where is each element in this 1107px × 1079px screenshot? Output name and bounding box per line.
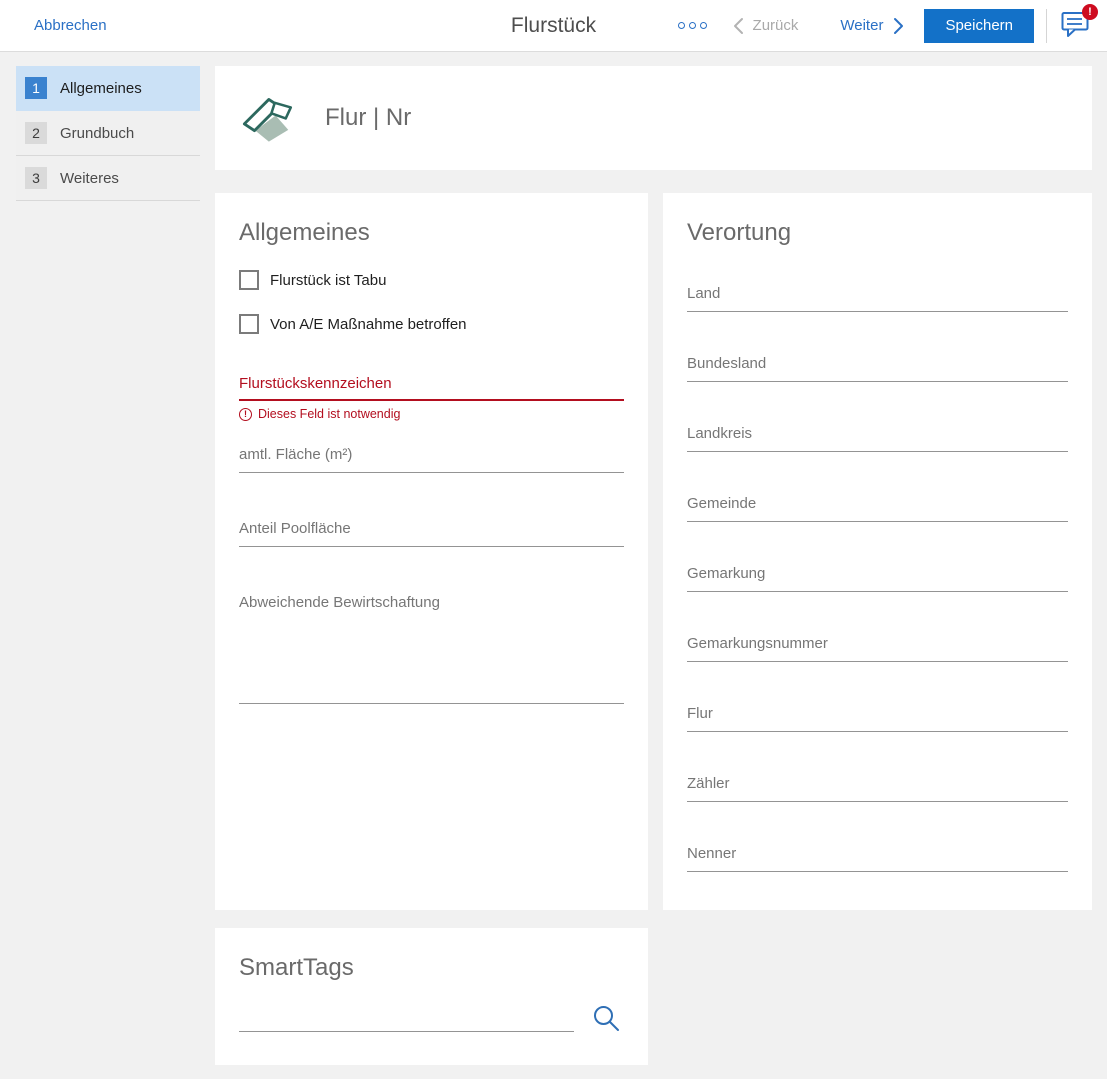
record-header-card: Flur | Nr — [215, 66, 1092, 170]
field-label: Flur — [687, 704, 1068, 724]
right-column: Verortung Land Bundesland Landkreis Geme… — [663, 193, 1092, 910]
toolbar-divider — [1046, 9, 1047, 43]
field-label: Nenner — [687, 844, 1068, 864]
bundesland-field[interactable]: Bundesland — [687, 354, 1068, 382]
form-content: Flur | Nr Allgemeines Flurstück ist Tabu… — [215, 52, 1092, 1065]
section-title: SmartTags — [239, 928, 624, 982]
error-text: Dieses Feld ist notwendig — [258, 407, 400, 421]
flur-field[interactable]: Flur — [687, 704, 1068, 732]
back-button[interactable]: Zurück — [733, 17, 799, 35]
field-label: Gemeinde — [687, 494, 1068, 514]
back-label: Zurück — [753, 17, 799, 34]
search-icon[interactable] — [592, 1004, 620, 1032]
form-columns: Allgemeines Flurstück ist Tabu Von A/E M… — [215, 193, 1092, 1065]
chevron-right-icon — [893, 17, 904, 35]
gemeinde-field[interactable]: Gemeinde — [687, 494, 1068, 522]
smarttags-search-input[interactable] — [239, 1008, 574, 1032]
amtl-flaeche-field[interactable]: amtl. Fläche (m²) — [239, 445, 624, 473]
checkbox-ae-massnahme-betroffen[interactable]: Von A/E Maßnahme betroffen — [239, 314, 624, 334]
next-button[interactable]: Weiter — [840, 17, 904, 35]
checkbox-label: Von A/E Maßnahme betroffen — [270, 316, 467, 333]
next-label: Weiter — [840, 17, 883, 34]
field-label: Landkreis — [687, 424, 1068, 444]
sidebar-item-grundbuch[interactable]: 2 Grundbuch — [16, 111, 200, 156]
form-tab-sidebar: 1 Allgemeines 2 Grundbuch 3 Weiteres — [16, 66, 200, 201]
sidebar-item-label: Weiteres — [60, 170, 119, 187]
checkbox-flurstueck-ist-tabu[interactable]: Flurstück ist Tabu — [239, 270, 624, 290]
section-allgemeines: Allgemeines Flurstück ist Tabu Von A/E M… — [215, 193, 648, 910]
zaehler-field[interactable]: Zähler — [687, 774, 1068, 802]
top-command-bar: Abbrechen Flurstück Zurück Weiter Speich… — [0, 0, 1107, 52]
field-label: Gemarkungsnummer — [687, 634, 1068, 654]
smarttags-search-row — [239, 1004, 624, 1032]
left-column: Allgemeines Flurstück ist Tabu Von A/E M… — [215, 193, 648, 1065]
gemarkung-field[interactable]: Gemarkung — [687, 564, 1068, 592]
section-smarttags: SmartTags — [215, 928, 648, 1065]
field-label: Zähler — [687, 774, 1068, 794]
record-title: Flur | Nr — [325, 104, 411, 132]
page-title: Flurstück — [511, 14, 596, 38]
field-label: Abweichende Bewirtschaftung — [239, 594, 440, 611]
parcel-icon — [241, 93, 295, 143]
field-label: Bundesland — [687, 354, 1068, 374]
field-label: Gemarkung — [687, 564, 1068, 584]
topbar-actions: Zurück Weiter Speichern ! — [674, 9, 1095, 43]
cancel-button[interactable]: Abbrechen — [34, 17, 107, 34]
sidebar-item-allgemeines[interactable]: 1 Allgemeines — [16, 66, 200, 111]
more-menu-button[interactable] — [674, 18, 711, 33]
land-field[interactable]: Land — [687, 284, 1068, 312]
sidebar-item-label: Grundbuch — [60, 125, 134, 142]
error-icon: ! — [239, 408, 252, 421]
more-icon — [689, 22, 696, 29]
more-icon — [678, 22, 685, 29]
save-button[interactable]: Speichern — [924, 9, 1034, 43]
section-title: Verortung — [687, 193, 1068, 247]
tab-number-badge: 2 — [25, 122, 47, 144]
more-icon — [700, 22, 707, 29]
field-label: Flurstückskennzeichen — [239, 374, 624, 394]
gemarkungsnummer-field[interactable]: Gemarkungsnummer — [687, 634, 1068, 662]
notification-badge: ! — [1082, 4, 1098, 20]
checkbox-icon — [239, 270, 259, 290]
field-label: Anteil Poolfläche — [239, 519, 624, 539]
field-label: amtl. Fläche (m²) — [239, 445, 624, 465]
sidebar-item-label: Allgemeines — [60, 80, 142, 97]
tab-number-badge: 3 — [25, 167, 47, 189]
checkbox-label: Flurstück ist Tabu — [270, 272, 386, 289]
page-body: 1 Allgemeines 2 Grundbuch 3 Weiteres Flu… — [0, 52, 1107, 1065]
field-label: Land — [687, 284, 1068, 304]
comments-button[interactable]: ! — [1059, 9, 1095, 42]
tab-number-badge: 1 — [25, 77, 47, 99]
anteil-poolflaeche-field[interactable]: Anteil Poolfläche — [239, 519, 624, 547]
section-title: Allgemeines — [239, 193, 624, 247]
flurstueckskennzeichen-field[interactable]: Flurstückskennzeichen — [239, 374, 624, 401]
checkbox-icon — [239, 314, 259, 334]
abweichende-bewirtschaftung-field[interactable]: Abweichende Bewirtschaftung — [239, 593, 624, 704]
field-error-message: ! Dieses Feld ist notwendig — [239, 407, 624, 421]
sidebar-item-weiteres[interactable]: 3 Weiteres — [16, 156, 200, 201]
landkreis-field[interactable]: Landkreis — [687, 424, 1068, 452]
chevron-left-icon — [733, 17, 744, 35]
nenner-field[interactable]: Nenner — [687, 844, 1068, 872]
section-verortung: Verortung Land Bundesland Landkreis Geme… — [663, 193, 1092, 910]
